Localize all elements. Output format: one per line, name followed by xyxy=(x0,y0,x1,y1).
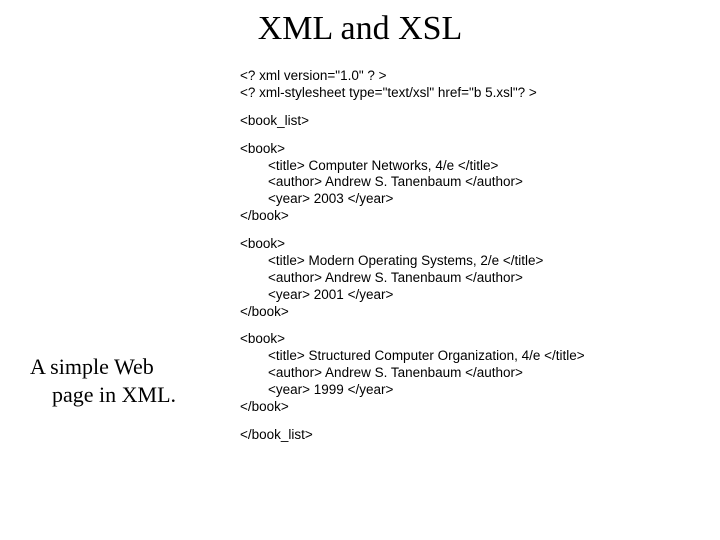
book-year: <year> 2001 </year> xyxy=(240,287,700,304)
book-2: <book> <title> Modern Operating Systems,… xyxy=(240,236,700,320)
book-title: <title> Computer Networks, 4/e </title> xyxy=(240,158,700,175)
slide-content: A simple Web page in XML. <? xml version… xyxy=(0,56,720,455)
book-author: <author> Andrew S. Tanenbaum </author> xyxy=(240,365,700,382)
book-title: <title> Structured Computer Organization… xyxy=(240,348,700,365)
xml-declaration: <? xml version="1.0" ? > xyxy=(240,68,700,85)
booklist-close-group: </book_list> xyxy=(240,427,700,444)
book-1: <book> <title> Computer Networks, 4/e </… xyxy=(240,141,700,225)
slide-title: XML and XSL xyxy=(0,0,720,56)
book-open-tag: <book> xyxy=(240,331,700,348)
book-close-tag: </book> xyxy=(240,399,700,416)
booklist-open-group: <book_list> xyxy=(240,113,700,130)
book-year: <year> 1999 </year> xyxy=(240,382,700,399)
booklist-open-tag: <book_list> xyxy=(240,113,700,130)
book-close-tag: </book> xyxy=(240,208,700,225)
booklist-close-tag: </book_list> xyxy=(240,427,700,444)
book-open-tag: <book> xyxy=(240,141,700,158)
xml-declaration-group: <? xml version="1.0" ? > <? xml-styleshe… xyxy=(240,68,700,102)
caption-line-2: page in XML. xyxy=(30,381,230,409)
book-author: <author> Andrew S. Tanenbaum </author> xyxy=(240,270,700,287)
book-author: <author> Andrew S. Tanenbaum </author> xyxy=(240,174,700,191)
caption: A simple Web page in XML. xyxy=(30,68,230,408)
caption-line-1: A simple Web xyxy=(30,353,230,381)
book-open-tag: <book> xyxy=(240,236,700,253)
xml-code-block: <? xml version="1.0" ? > <? xml-styleshe… xyxy=(230,68,700,455)
book-close-tag: </book> xyxy=(240,304,700,321)
book-3: <book> <title> Structured Computer Organ… xyxy=(240,331,700,415)
book-year: <year> 2003 </year> xyxy=(240,191,700,208)
xml-stylesheet-declaration: <? xml-stylesheet type="text/xsl" href="… xyxy=(240,85,700,102)
book-title: <title> Modern Operating Systems, 2/e </… xyxy=(240,253,700,270)
